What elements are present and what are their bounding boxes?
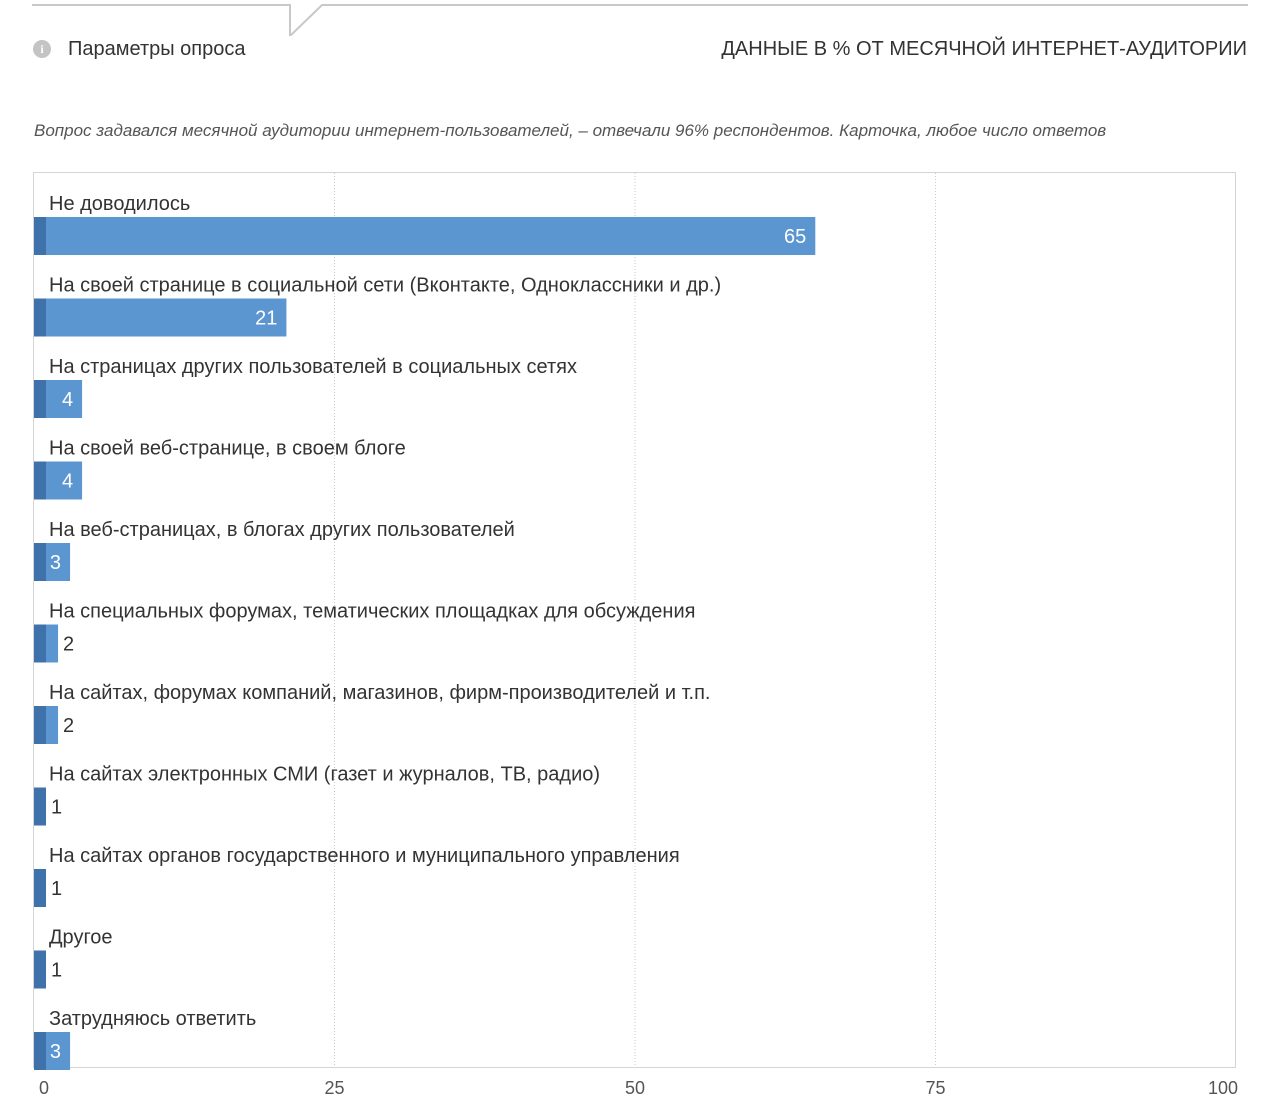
x-tick-label: 50 [625, 1078, 645, 1098]
bar-chart: 0 25 50 75 100 Не доводилось 65 На своей страни… [34, 173, 1238, 1098]
value-label: 4 [62, 471, 73, 493]
category-label: На сайтах органов государственного и мун… [49, 845, 680, 867]
category-label: Не доводилось [49, 193, 190, 215]
value-label: 3 [50, 1041, 61, 1063]
bar [34, 298, 287, 337]
bar-accent [34, 217, 46, 255]
value-label: 3 [50, 552, 61, 574]
category-label: Затрудняюсь ответить [49, 1008, 256, 1030]
x-tick-label: 100 [1208, 1078, 1238, 1098]
bar-accent [34, 787, 46, 826]
category-label: Другое [49, 927, 113, 949]
category-label: На своей странице в социальной сети (Вко… [49, 275, 721, 297]
bar [34, 217, 816, 255]
category-label: На своей веб-странице, в своем блоге [49, 438, 406, 460]
bar-accent [34, 461, 46, 500]
x-tick-label: 0 [39, 1078, 49, 1098]
category-label: На страницах других пользователей в соци… [49, 356, 577, 378]
category-label: На сайтах, форумах компаний, магазинов, … [49, 682, 710, 704]
bar-accent [34, 543, 46, 581]
bar-accent [34, 298, 46, 337]
bar-accent [34, 869, 46, 907]
value-label: 1 [51, 960, 62, 982]
value-label: 1 [51, 797, 62, 819]
bar-accent [34, 380, 46, 418]
bar-accent [34, 624, 46, 663]
value-label: 4 [62, 389, 73, 411]
category-label: На веб-страницах, в блогах других пользо… [49, 519, 515, 541]
value-label: 21 [255, 308, 277, 330]
x-tick-label: 25 [324, 1078, 344, 1098]
value-label: 65 [784, 226, 806, 248]
bar-accent [34, 706, 46, 744]
value-label: 1 [51, 878, 62, 900]
value-label: 2 [63, 634, 74, 656]
category-label: На специальных форумах, тематических пло… [49, 601, 695, 623]
bar-accent [34, 1032, 46, 1070]
x-tick-label: 75 [925, 1078, 945, 1098]
bar-accent [34, 950, 46, 989]
category-label: На сайтах электронных СМИ (газет и журна… [49, 764, 600, 786]
value-label: 2 [63, 715, 74, 737]
